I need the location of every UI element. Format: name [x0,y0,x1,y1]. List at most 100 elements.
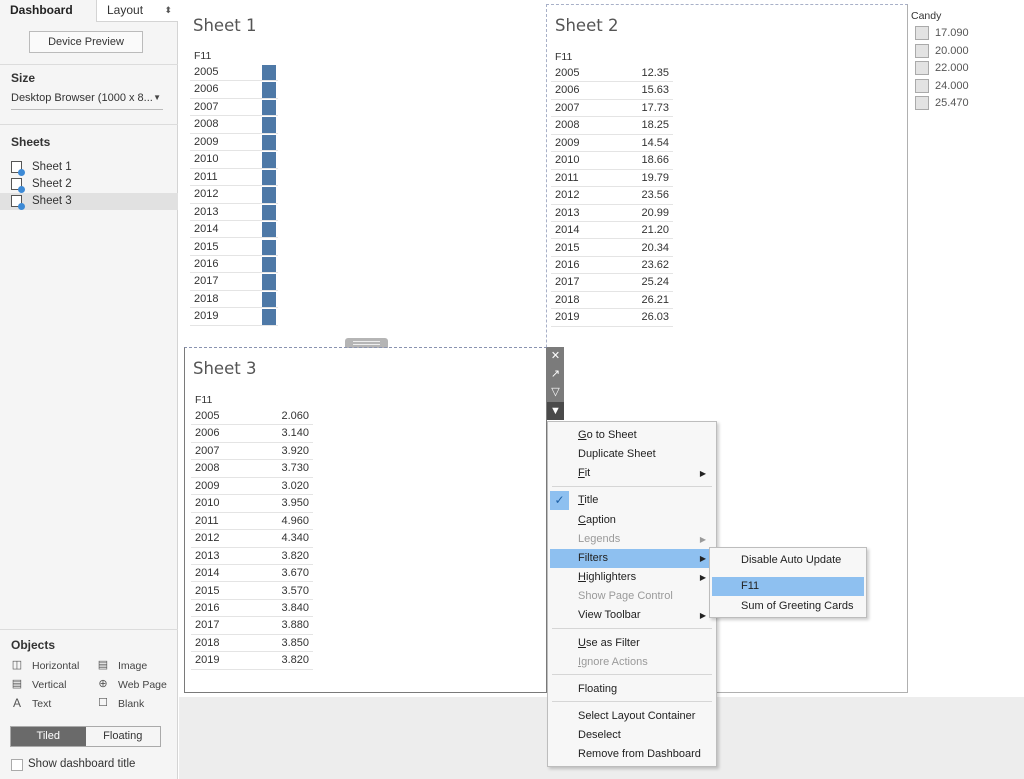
table-row[interactable]: 2016 3.840 [191,600,313,618]
object-web-page[interactable]: ⊕ Web Page [97,678,166,692]
legend-item[interactable]: 25.470 [915,96,975,112]
table-row[interactable]: 2007 3.920 [191,443,313,461]
menu-item-floating[interactable]: Floating [550,680,714,699]
table-row[interactable]: 2009 [190,134,278,152]
bar-mark[interactable] [262,187,276,203]
table-row[interactable]: 2007 17.73 [551,100,673,118]
table-row[interactable]: 2005 [190,64,278,82]
table-row[interactable]: 2014 21.20 [551,222,673,240]
table-row[interactable]: 2018 26.21 [551,292,673,310]
menu-item-go-to-sheet[interactable]: Go to Sheet [550,426,714,445]
table-row[interactable]: 2015 20.34 [551,240,673,257]
table-row[interactable]: 2009 14.54 [551,135,673,153]
bar-mark[interactable] [262,309,276,325]
table-row[interactable]: 2019 [190,308,278,326]
table-row[interactable]: 2016 23.62 [551,257,673,275]
menu-item-filters[interactable]: Filters ▶ [550,549,714,568]
menu-item-show-page-control[interactable]: Show Page Control [550,587,714,606]
table-row[interactable]: 2010 18.66 [551,152,673,170]
legend-item[interactable]: 24.000 [915,78,975,95]
menu-item-highlighters[interactable]: Highlighters ▶ [550,568,714,587]
menu-item-deselect[interactable]: Deselect [550,726,714,745]
menu-item-fit[interactable]: Fit ▶ [550,464,714,483]
bar-mark[interactable] [262,152,276,168]
table-row[interactable]: 2013 3.820 [191,548,313,565]
menu-item-remove-from-dashboard[interactable]: Remove from Dashboard [550,745,714,764]
table-row[interactable]: 2010 [190,151,278,169]
table-row[interactable]: 2011 19.79 [551,170,673,188]
bar-mark[interactable] [262,82,276,98]
table-row[interactable]: 2011 [190,169,278,187]
menu-item-view-toolbar[interactable]: View Toolbar ▶ [550,606,714,625]
floating-button[interactable]: Floating [85,727,160,746]
table-row[interactable]: 2005 2.060 [191,408,313,426]
legend-item[interactable]: 20.000 [915,43,975,60]
menu-item-use-as-filter[interactable]: Use as Filter [550,634,714,653]
bar-mark[interactable] [262,65,276,81]
bar-mark[interactable] [262,222,276,238]
bar-mark[interactable] [262,117,276,133]
table-row[interactable]: 2006 15.63 [551,82,673,100]
table-row[interactable]: 2006 3.140 [191,425,313,443]
object-blank[interactable]: ☐ Blank [97,697,144,711]
table-row[interactable]: 2013 [190,204,278,221]
menu-item-caption[interactable]: Caption [550,511,714,530]
table-row[interactable]: 2010 3.950 [191,495,313,513]
tab-layout[interactable]: Layout ⬍ [96,0,178,22]
menu-item-legends[interactable]: Legends ▶ [550,530,714,549]
menu-item-ignore-actions[interactable]: Ignore Actions [550,653,714,672]
show-title-checkbox[interactable] [11,759,23,771]
bar-mark[interactable] [262,256,276,273]
device-preview-button[interactable]: Device Preview [29,31,143,53]
table-row[interactable]: 2017 [190,273,278,291]
table-row[interactable]: 2019 26.03 [551,309,673,327]
table-row[interactable]: 2018 [190,291,278,309]
menu-item-filter-f11[interactable]: F11 [712,577,864,596]
object-horizontal[interactable]: ◫ Horizontal [11,659,79,673]
table-row[interactable]: 2014 [190,221,278,239]
bar-mark[interactable] [262,239,276,255]
table-row[interactable]: 2013 20.99 [551,205,673,222]
sheet1-zone[interactable]: Sheet 1 F11 2005 2006 2007 2008 2009 2010 2011… [185,4,545,342]
tab-dashboard[interactable]: Dashboard [0,0,96,22]
table-row[interactable]: 2009 3.020 [191,478,313,496]
table-row[interactable]: 2019 3.820 [191,652,313,670]
filter-icon[interactable]: ▽ [547,383,564,401]
bar-mark[interactable] [262,169,276,186]
more-options-icon[interactable]: ▼ [547,402,564,420]
menu-item-select-layout-container[interactable]: Select Layout Container [550,707,714,726]
tiled-button[interactable]: Tiled [11,727,86,746]
bar-mark[interactable] [262,99,276,116]
bar-mark[interactable] [262,134,276,151]
size-dropdown[interactable]: Desktop Browser (1000 x 8... ▼ [11,92,163,110]
object-vertical[interactable]: ▤ Vertical [11,678,67,692]
table-row[interactable]: 2007 [190,99,278,117]
legend-item[interactable]: 22.000 [915,61,975,77]
table-row[interactable]: 2008 [190,116,278,134]
table-row[interactable]: 2006 [190,81,278,99]
table-row[interactable]: 2015 3.570 [191,583,313,600]
menu-item-filter-sum-greeting-cards[interactable]: Sum of Greeting Cards [712,597,864,616]
table-row[interactable]: 2012 4.340 [191,530,313,548]
table-row[interactable]: 2014 3.670 [191,565,313,583]
object-text[interactable]: A Text [11,697,51,711]
bar-mark[interactable] [262,274,276,290]
sheet3-zone[interactable]: Sheet 3 F11 2005 2.060 2006 3.140 2007 3.920 2… [184,347,547,693]
table-row[interactable]: 2005 12.35 [551,65,673,83]
table-row[interactable]: 2018 3.850 [191,635,313,653]
remove-icon[interactable]: ✕ [547,347,564,365]
table-row[interactable]: 2012 [190,186,278,204]
table-row[interactable]: 2011 4.960 [191,513,313,531]
table-row[interactable]: 2012 23.56 [551,187,673,205]
bar-mark[interactable] [262,291,276,308]
table-row[interactable]: 2017 25.24 [551,274,673,292]
table-row[interactable]: 2008 18.25 [551,117,673,135]
table-row[interactable]: 2015 [190,239,278,256]
sheet-item-2[interactable]: Sheet 2 [0,176,178,193]
menu-item-duplicate-sheet[interactable]: Duplicate Sheet [550,445,714,464]
menu-item-title[interactable]: ✓ Title [550,491,714,510]
table-row[interactable]: 2017 3.880 [191,617,313,635]
table-row[interactable]: 2008 3.730 [191,460,313,478]
object-image[interactable]: ▤ Image [97,659,147,673]
go-to-sheet-icon[interactable]: ↗ [547,365,564,383]
